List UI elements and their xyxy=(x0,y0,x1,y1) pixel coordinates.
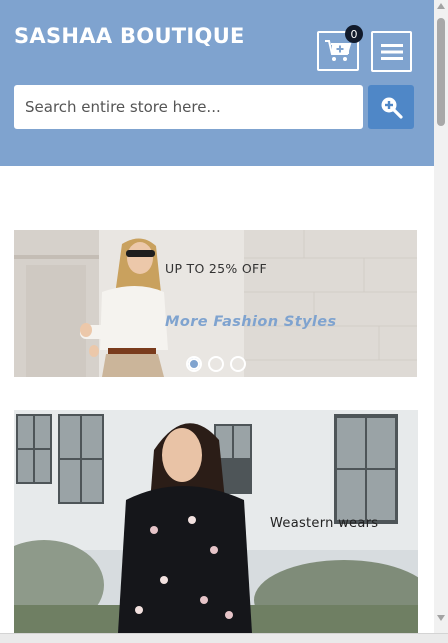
promo-tagline: More Fashion Styles xyxy=(165,314,337,330)
search-input[interactable] xyxy=(14,85,363,129)
slider-dot-3[interactable] xyxy=(230,356,246,372)
slider-dots xyxy=(186,356,246,372)
scroll-up-arrow-icon[interactable] xyxy=(437,3,445,9)
vertical-scrollbar[interactable] xyxy=(434,0,448,643)
brand-logo-text[interactable]: SASHAA BOUTIQUE xyxy=(14,24,245,48)
menu-toggle-button[interactable] xyxy=(371,31,412,72)
search-button[interactable] xyxy=(368,85,414,129)
scroll-down-arrow-icon[interactable] xyxy=(437,615,445,621)
promo-discount-text: UP TO 25% OFF xyxy=(165,261,267,276)
category-banner[interactable]: Weastern wears xyxy=(14,410,418,633)
promo-slider[interactable]: UP TO 25% OFF More Fashion Styles xyxy=(14,230,417,377)
scrollbar-thumb[interactable] xyxy=(437,18,445,126)
site-header: SASHAA BOUTIQUE 0 xyxy=(0,0,434,166)
category-caption: Weastern wears xyxy=(270,516,379,531)
slider-dot-2[interactable] xyxy=(208,356,224,372)
hamburger-menu-icon xyxy=(380,43,403,60)
horizontal-scrollbar[interactable] xyxy=(0,633,448,643)
promo-banner-image xyxy=(14,230,417,377)
search-plus-icon xyxy=(381,97,403,119)
cart-count-badge: 0 xyxy=(345,25,363,43)
page: SASHAA BOUTIQUE 0 Search entire store he… xyxy=(0,0,448,643)
slider-dot-1[interactable] xyxy=(186,356,202,372)
cart-plus-icon xyxy=(325,40,352,61)
